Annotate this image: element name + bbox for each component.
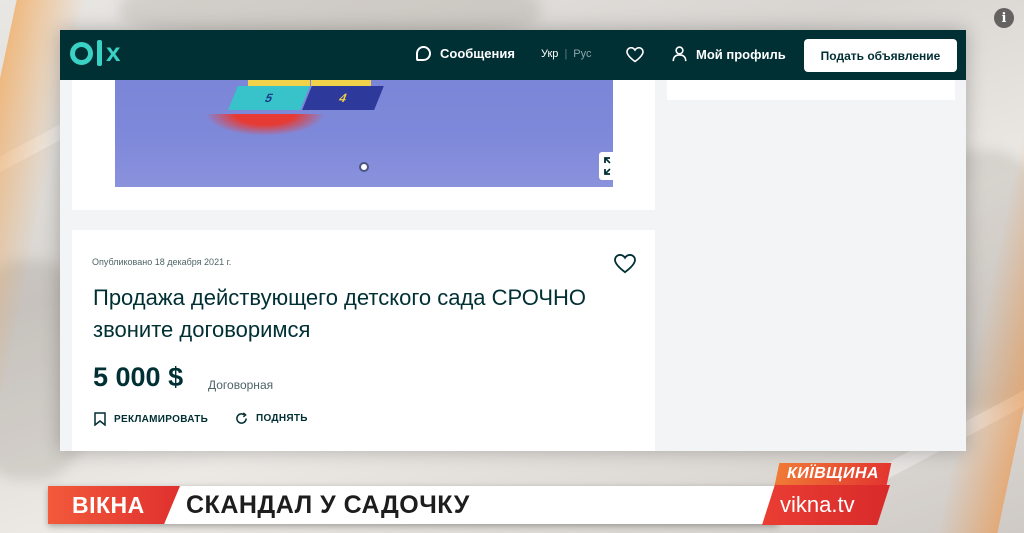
raise-button[interactable]: ПОДНЯТЬ bbox=[235, 412, 308, 425]
olx-logo[interactable]: x bbox=[70, 36, 121, 67]
painted-sun-shape bbox=[205, 114, 325, 136]
logo-x-letter: x bbox=[106, 36, 121, 67]
lang-rus[interactable]: Рус bbox=[573, 48, 591, 60]
logo-l-shape bbox=[97, 40, 102, 66]
refresh-icon bbox=[236, 412, 247, 424]
lang-separator: | bbox=[564, 48, 568, 60]
website-url: vikna.tv bbox=[780, 492, 855, 517]
info-icon[interactable]: i bbox=[994, 8, 1014, 28]
bookmark-icon bbox=[94, 412, 106, 426]
channel-brand-text: ВІКНА bbox=[72, 492, 145, 518]
user-icon bbox=[672, 46, 687, 62]
gallery-pagination-dot[interactable] bbox=[359, 162, 369, 172]
channel-brand-block: ВІКНА bbox=[48, 486, 180, 524]
published-date: Опубликовано 18 декабря 2021 г. bbox=[92, 257, 232, 267]
favorites-heart-icon[interactable] bbox=[626, 46, 644, 68]
news-headline: СКАНДАЛ У САДОЧКУ bbox=[186, 491, 470, 519]
my-profile-link[interactable]: Мой профиль bbox=[672, 46, 786, 62]
region-label: КИЇВЩИНА bbox=[785, 465, 881, 482]
add-to-favorites-heart-icon[interactable] bbox=[614, 253, 636, 279]
promote-button[interactable]: РЕКЛАМИРОВАТЬ bbox=[94, 412, 208, 426]
ad-title: Продажа действующего детского сада СРОЧН… bbox=[93, 285, 587, 342]
profile-label: Мой профиль bbox=[696, 46, 786, 62]
photo-gallery-card: 5 4 bbox=[72, 80, 655, 210]
price-negotiable-note: Договорная bbox=[208, 378, 274, 392]
promote-label: РЕКЛАМИРОВАТЬ bbox=[114, 413, 209, 425]
messages-label: Сообщения bbox=[440, 46, 515, 61]
listing-photo[interactable]: 5 4 bbox=[115, 80, 613, 187]
hopscotch-tile-5: 5 bbox=[228, 86, 310, 110]
expand-icon bbox=[604, 157, 611, 175]
ad-price: 5 000 $ bbox=[93, 362, 184, 392]
post-ad-button[interactable]: Подать объявление bbox=[804, 39, 957, 72]
raise-label: ПОДНЯТЬ bbox=[256, 413, 308, 424]
lang-ukr[interactable]: Укр bbox=[541, 48, 558, 60]
ad-details-card: Опубликовано 18 декабря 2021 г. Продажа … bbox=[72, 230, 655, 451]
messages-link[interactable]: Сообщения bbox=[416, 46, 515, 61]
sidebar-card bbox=[667, 80, 955, 100]
olx-browser-screen: x Сообщения Укр | Рус Мой профиль Подать… bbox=[60, 30, 966, 451]
olx-header: x Сообщения Укр | Рус Мой профиль Подать… bbox=[60, 30, 966, 80]
website-tag: vikna.tv bbox=[762, 485, 890, 525]
logo-o-shape bbox=[70, 41, 93, 65]
chat-bubble-icon bbox=[416, 46, 431, 61]
hopscotch-tile-4: 4 bbox=[302, 86, 384, 110]
fullscreen-expand-button[interactable] bbox=[599, 152, 613, 180]
news-lower-third: ВІКНА СКАНДАЛ У САДОЧКУ bbox=[48, 486, 778, 524]
region-tag: КИЇВЩИНА bbox=[774, 463, 892, 485]
language-switcher: Укр | Рус bbox=[541, 48, 592, 60]
